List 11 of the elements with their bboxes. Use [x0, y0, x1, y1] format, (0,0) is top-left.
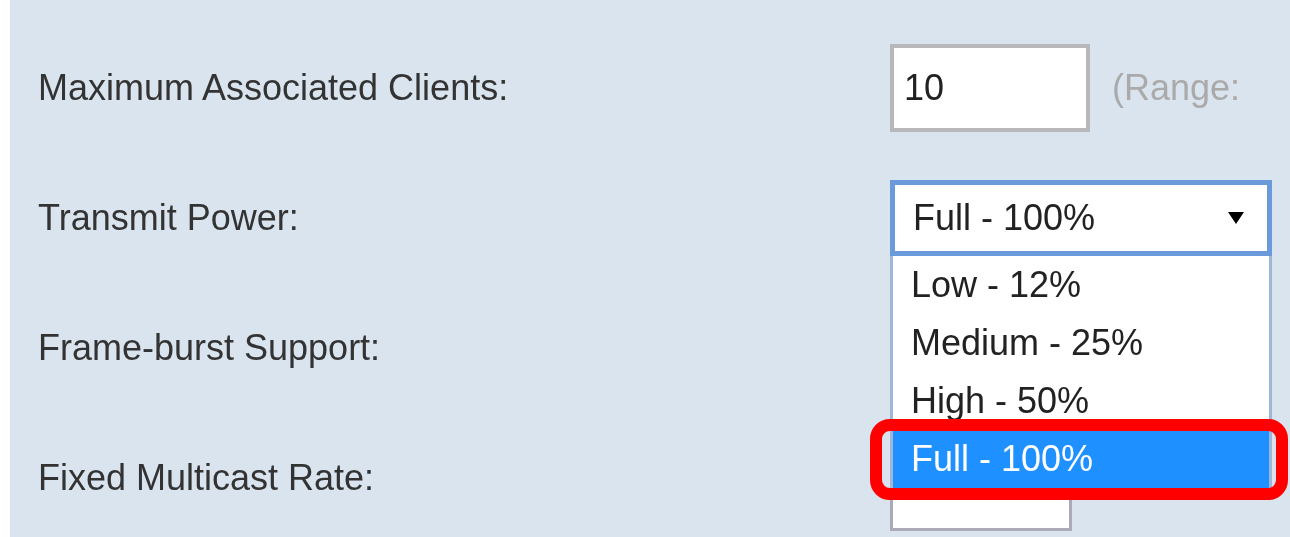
input-field[interactable]: 10	[890, 44, 1090, 132]
dropdown-option[interactable]: Low - 12%	[893, 256, 1269, 314]
field-label: Transmit Power:	[38, 197, 299, 239]
field-label: Frame-burst Support:	[38, 327, 381, 369]
dropdown-select[interactable]: Full - 100%	[890, 180, 1272, 256]
caret-icon	[1227, 211, 1245, 225]
range-hint: (Range:	[1112, 67, 1241, 109]
field-label: Fixed Multicast Rate:	[38, 457, 375, 499]
field-label: Maximum Associated Clients:	[38, 67, 509, 109]
dropdown-option[interactable]: Medium - 25%	[893, 314, 1269, 372]
dropdown-option[interactable]: High - 50%	[893, 372, 1269, 430]
